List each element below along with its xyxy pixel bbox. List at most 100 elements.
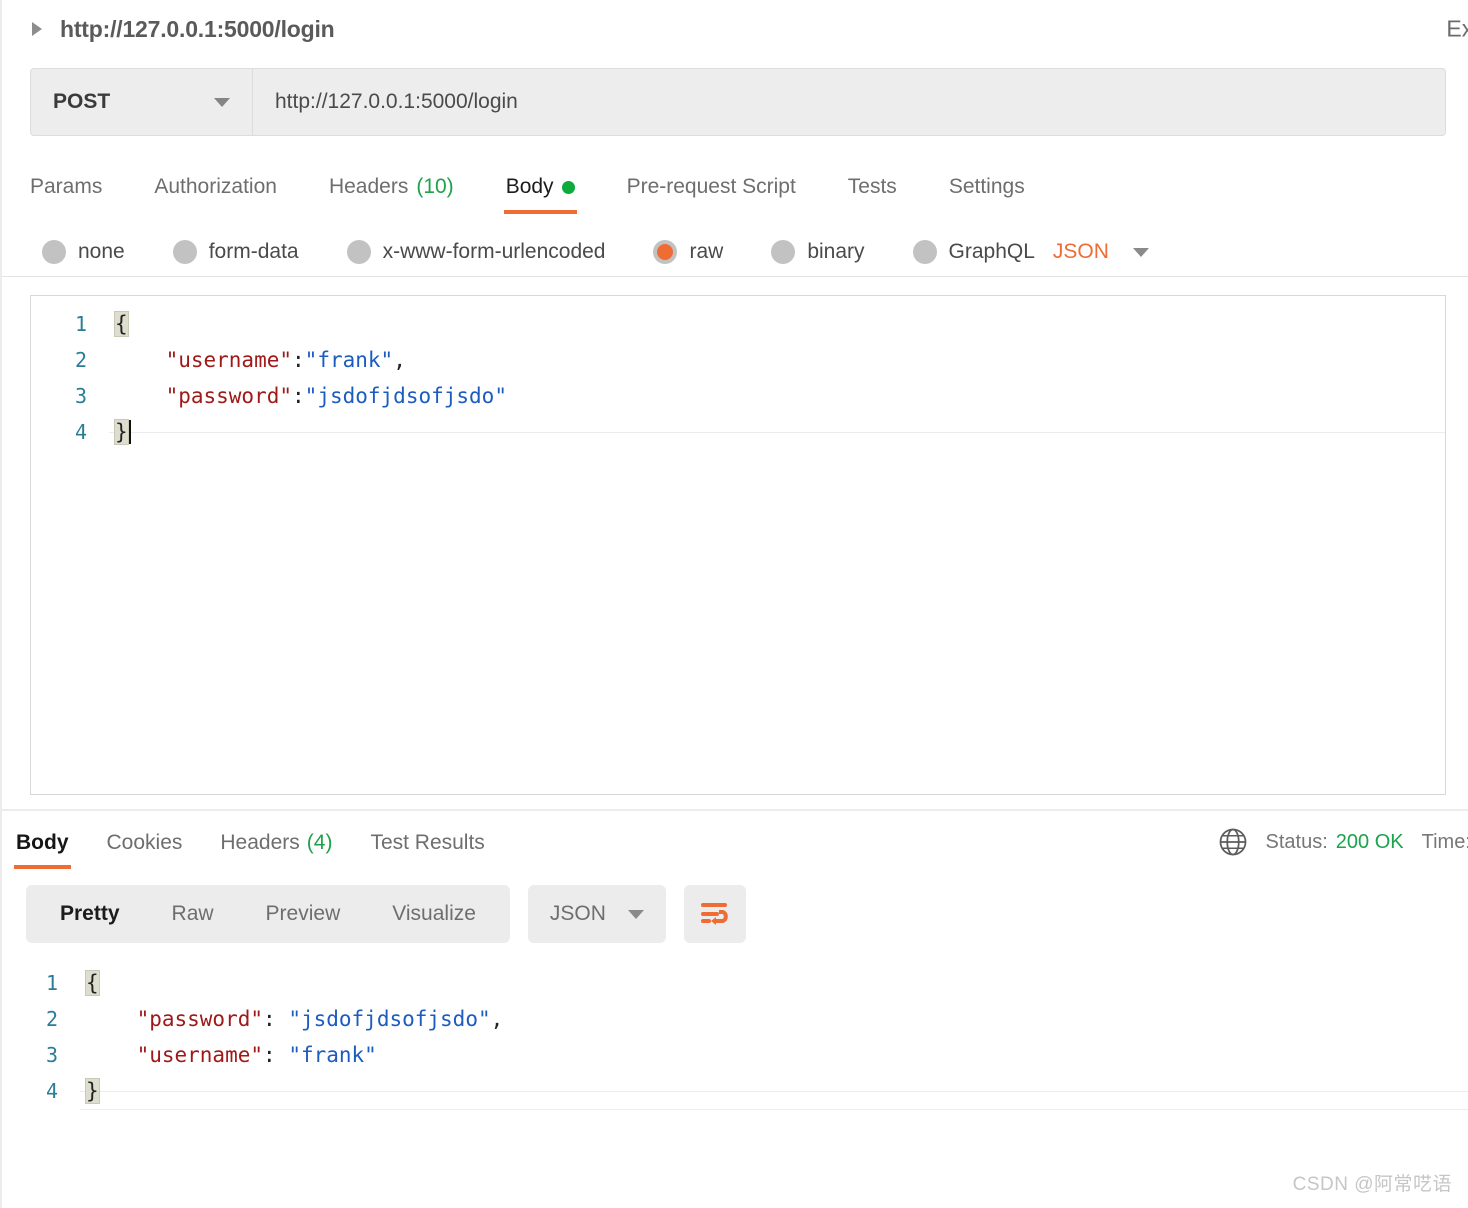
tab-tests-label: Tests <box>848 175 897 199</box>
code-token-colon: : <box>292 348 305 372</box>
body-type-form-data[interactable]: form-data <box>173 240 299 264</box>
response-tab-body[interactable]: Body <box>16 831 69 869</box>
tab-params[interactable]: Params <box>30 175 102 214</box>
code-token-key: "username" <box>137 1043 263 1067</box>
radio-binary-icon <box>771 240 795 264</box>
body-type-none[interactable]: none <box>42 240 125 264</box>
response-tab-headers-count: (4) <box>307 831 333 855</box>
status-value: 200 OK <box>1336 831 1404 854</box>
request-titlebar: http://127.0.0.1:5000/login Exa <box>2 0 1468 58</box>
line-number: 3 <box>31 378 109 414</box>
chevron-down-icon <box>214 98 230 107</box>
response-tab-test-results-label: Test Results <box>370 831 484 855</box>
request-body-code: 1 { 2 "username":"frank", 3 "password":"… <box>31 296 1445 450</box>
code-token-key: "password" <box>137 1007 263 1031</box>
http-method-value: POST <box>53 90 110 114</box>
code-token-colon: : <box>263 1043 288 1067</box>
body-type-graphql[interactable]: GraphQL <box>913 240 1035 264</box>
line-number: 1 <box>31 306 109 342</box>
tab-settings[interactable]: Settings <box>949 175 1025 214</box>
disclosure-triangle-icon[interactable] <box>32 22 42 36</box>
tab-authorization[interactable]: Authorization <box>154 175 277 214</box>
body-type-binary[interactable]: binary <box>771 240 864 264</box>
http-method-select[interactable]: POST <box>31 69 253 135</box>
body-type-raw[interactable]: raw <box>653 240 723 264</box>
code-line: 3 "password":"jsdofjdsofjsdo" <box>31 378 1445 414</box>
radio-urlencoded-icon <box>347 240 371 264</box>
body-present-dot-icon <box>562 181 575 194</box>
response-body-viewer[interactable]: 1 { 2 "password": "jsdofjdsofjsdo", 3 "u… <box>2 955 1468 1110</box>
tab-params-label: Params <box>30 175 102 199</box>
line-separator <box>80 1109 1468 1110</box>
code-line: 3 "username": "frank" <box>2 1037 1468 1073</box>
response-tab-headers[interactable]: Headers (4) <box>220 831 332 869</box>
tab-body[interactable]: Body <box>506 175 575 214</box>
word-wrap-button[interactable] <box>684 885 746 943</box>
code-token-comma: , <box>393 348 406 372</box>
code-token-colon: : <box>292 384 305 408</box>
chevron-down-icon <box>628 910 644 919</box>
radio-graphql-icon <box>913 240 937 264</box>
body-type-none-label: none <box>78 240 125 264</box>
url-bar: POST http://127.0.0.1:5000/login <box>30 68 1446 136</box>
response-tab-test-results[interactable]: Test Results <box>370 831 484 869</box>
line-number: 1 <box>2 965 80 1001</box>
tab-headers[interactable]: Headers (10) <box>329 175 454 214</box>
line-separator <box>80 1091 1468 1092</box>
body-type-graphql-label: GraphQL <box>949 240 1035 264</box>
code-token-value: "jsdofjdsofjsdo" <box>288 1007 490 1031</box>
text-cursor <box>129 420 131 444</box>
response-tab-headers-label: Headers <box>220 831 299 855</box>
response-tab-cookies[interactable]: Cookies <box>107 831 183 869</box>
response-view-switch: Pretty Raw Preview Visualize <box>26 885 510 943</box>
response-view-visualize[interactable]: Visualize <box>366 902 502 926</box>
line-number: 2 <box>31 342 109 378</box>
body-format-select[interactable]: JSON <box>1053 240 1149 264</box>
code-token-key: "username" <box>166 348 292 372</box>
radio-form-data-icon <box>173 240 197 264</box>
code-token-value: "frank" <box>288 1043 377 1067</box>
code-line: 4 } <box>31 414 1445 450</box>
postman-request-pane: http://127.0.0.1:5000/login Exa POST htt… <box>0 0 1468 1208</box>
request-body-editor[interactable]: 1 { 2 "username":"frank", 3 "password":"… <box>30 295 1446 795</box>
tab-headers-label: Headers <box>329 175 408 199</box>
response-format-select[interactable]: JSON <box>528 885 666 943</box>
tab-tests[interactable]: Tests <box>848 175 897 214</box>
code-token-key: "password" <box>166 384 292 408</box>
url-input[interactable]: http://127.0.0.1:5000/login <box>253 69 1445 135</box>
response-view-raw[interactable]: Raw <box>146 902 240 926</box>
response-tab-cookies-label: Cookies <box>107 831 183 855</box>
status-label: Status: <box>1266 831 1328 854</box>
watermark: CSDN @阿常呓语 <box>1293 1169 1452 1196</box>
tab-pre-request-script[interactable]: Pre-request Script <box>627 175 796 214</box>
body-type-urlencoded-label: x-www-form-urlencoded <box>383 240 606 264</box>
line-number: 3 <box>2 1037 80 1073</box>
response-format-value: JSON <box>550 902 606 926</box>
code-token-colon: : <box>263 1007 288 1031</box>
tab-pre-request-script-label: Pre-request Script <box>627 175 796 199</box>
chevron-down-icon <box>1133 248 1149 257</box>
radio-none-icon <box>42 240 66 264</box>
tab-body-label: Body <box>506 175 554 199</box>
body-type-raw-label: raw <box>689 240 723 264</box>
time-label: Time: <box>1422 831 1468 854</box>
line-number: 4 <box>2 1073 80 1109</box>
word-wrap-icon <box>698 899 732 929</box>
tab-settings-label: Settings <box>949 175 1025 199</box>
radio-raw-icon <box>653 240 677 264</box>
code-token-brace: { <box>115 312 128 336</box>
response-view-pretty[interactable]: Pretty <box>34 902 146 926</box>
response-view-preview[interactable]: Preview <box>240 902 367 926</box>
tab-headers-count: (10) <box>416 175 453 199</box>
code-line: 1 { <box>31 306 1445 342</box>
body-options-divider <box>2 276 1468 277</box>
response-status-bar: Status: 200 OK Time: 1 <box>1218 827 1468 857</box>
body-type-urlencoded[interactable]: x-www-form-urlencoded <box>347 240 606 264</box>
code-token-brace: } <box>115 420 128 444</box>
code-token-value: "jsdofjdsofjsdo" <box>305 384 507 408</box>
globe-icon[interactable] <box>1218 827 1248 857</box>
code-token-comma: , <box>491 1007 504 1031</box>
code-token-value: "frank" <box>305 348 394 372</box>
examples-label[interactable]: Exa <box>1446 16 1468 43</box>
code-line: 1 { <box>2 965 1468 1001</box>
